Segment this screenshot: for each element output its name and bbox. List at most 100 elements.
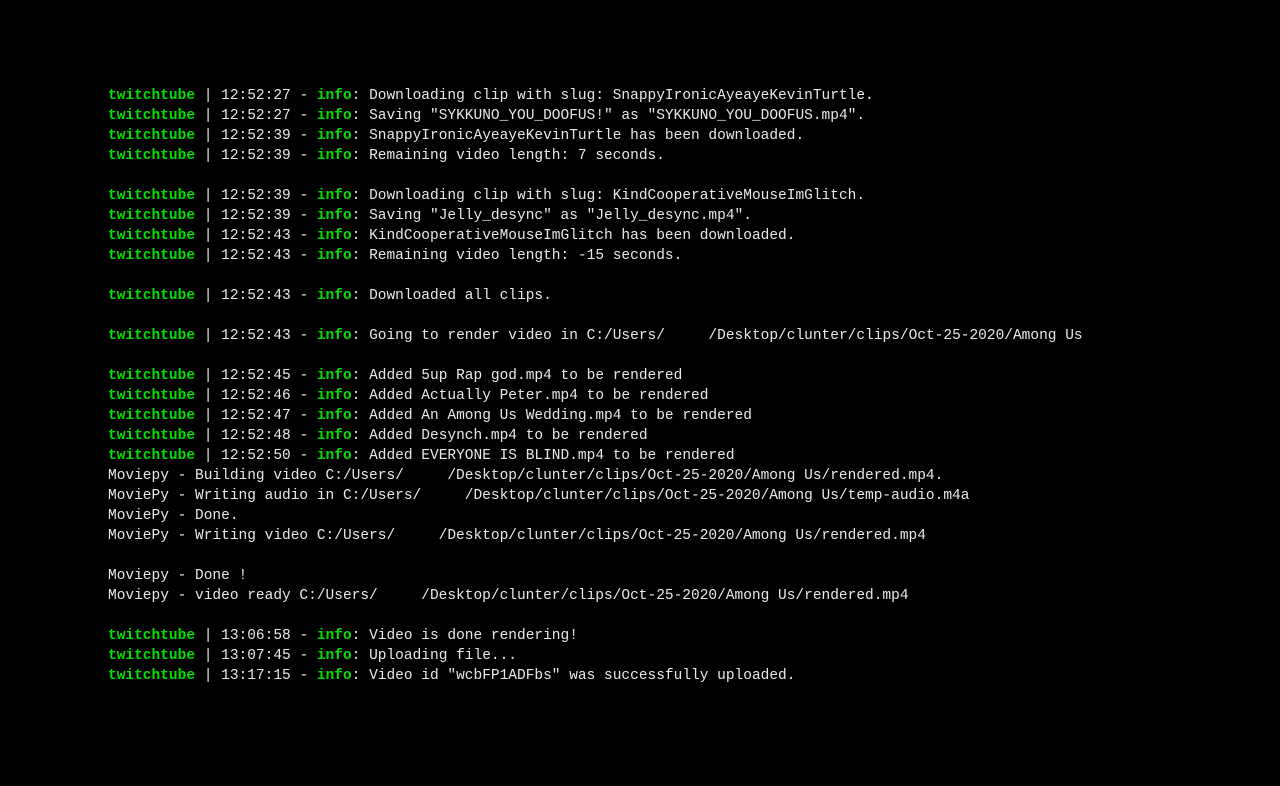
- separator: |: [195, 228, 221, 244]
- log-level: info: [317, 408, 352, 424]
- logger-name: twitchtube: [108, 248, 195, 264]
- separator: -: [291, 368, 317, 384]
- logger-name: twitchtube: [108, 448, 195, 464]
- logger-name: twitchtube: [108, 108, 195, 124]
- logger-name: twitchtube: [108, 328, 195, 344]
- separator: :: [352, 388, 369, 404]
- separator: |: [195, 428, 221, 444]
- timestamp: 13:07:45: [221, 648, 291, 664]
- separator: -: [291, 428, 317, 444]
- plain-text: MoviePy - Writing video C:/Users/ /Deskt…: [108, 528, 926, 544]
- log-message: Video is done rendering!: [369, 628, 578, 644]
- logger-name: twitchtube: [108, 628, 195, 644]
- plain-text: MoviePy - Writing audio in C:/Users/ /De…: [108, 488, 969, 504]
- logger-name: twitchtube: [108, 188, 195, 204]
- separator: |: [195, 448, 221, 464]
- separator: :: [352, 448, 369, 464]
- log-level: info: [317, 208, 352, 224]
- separator: -: [291, 88, 317, 104]
- logger-name: twitchtube: [108, 368, 195, 384]
- log-message: Going to render video in C:/Users/ /Desk…: [369, 328, 1083, 344]
- separator: |: [195, 328, 221, 344]
- log-line: [108, 166, 1280, 186]
- logger-name: twitchtube: [108, 648, 195, 664]
- log-message: Downloading clip with slug: SnappyIronic…: [369, 88, 874, 104]
- logger-name: twitchtube: [108, 88, 195, 104]
- log-line: twitchtube | 12:52:39 - info: Downloadin…: [108, 186, 1280, 206]
- log-line: twitchtube | 12:52:27 - info: Saving "SY…: [108, 106, 1280, 126]
- log-line: twitchtube | 12:52:48 - info: Added Desy…: [108, 426, 1280, 446]
- log-message: Added 5up Rap god.mp4 to be rendered: [369, 368, 682, 384]
- separator: |: [195, 368, 221, 384]
- log-level: info: [317, 448, 352, 464]
- separator: |: [195, 648, 221, 664]
- log-level: info: [317, 648, 352, 664]
- timestamp: 12:52:43: [221, 328, 291, 344]
- separator: |: [195, 128, 221, 144]
- timestamp: 12:52:27: [221, 88, 291, 104]
- log-line: twitchtube | 12:52:45 - info: Added 5up …: [108, 366, 1280, 386]
- separator: |: [195, 108, 221, 124]
- log-line: twitchtube | 12:52:50 - info: Added EVER…: [108, 446, 1280, 466]
- log-line: twitchtube | 13:07:45 - info: Uploading …: [108, 646, 1280, 666]
- separator: :: [352, 148, 369, 164]
- log-level: info: [317, 248, 352, 264]
- separator: :: [352, 128, 369, 144]
- log-message: Remaining video length: -15 seconds.: [369, 248, 682, 264]
- log-message: SnappyIronicAyeayeKevinTurtle has been d…: [369, 128, 804, 144]
- separator: :: [352, 628, 369, 644]
- log-line: Moviepy - video ready C:/Users/ /Desktop…: [108, 586, 1280, 606]
- log-message: Saving "SYKKUNO_YOU_DOOFUS!" as "SYKKUNO…: [369, 108, 865, 124]
- log-line: Moviepy - Building video C:/Users/ /Desk…: [108, 466, 1280, 486]
- plain-text: MoviePy - Done.: [108, 508, 239, 524]
- separator: |: [195, 668, 221, 684]
- separator: -: [291, 328, 317, 344]
- plain-text: Moviepy - Done !: [108, 568, 247, 584]
- timestamp: 12:52:43: [221, 248, 291, 264]
- log-line: [108, 606, 1280, 626]
- timestamp: 13:17:15: [221, 668, 291, 684]
- separator: |: [195, 88, 221, 104]
- timestamp: 12:52:46: [221, 388, 291, 404]
- log-line: [108, 346, 1280, 366]
- logger-name: twitchtube: [108, 288, 195, 304]
- timestamp: 12:52:45: [221, 368, 291, 384]
- logger-name: twitchtube: [108, 408, 195, 424]
- separator: -: [291, 248, 317, 264]
- separator: :: [352, 648, 369, 664]
- logger-name: twitchtube: [108, 388, 195, 404]
- log-line: MoviePy - Writing audio in C:/Users/ /De…: [108, 486, 1280, 506]
- log-line: twitchtube | 12:52:43 - info: Downloaded…: [108, 286, 1280, 306]
- log-level: info: [317, 128, 352, 144]
- log-line: twitchtube | 13:06:58 - info: Video is d…: [108, 626, 1280, 646]
- separator: -: [291, 188, 317, 204]
- separator: :: [352, 228, 369, 244]
- log-line: MoviePy - Done.: [108, 506, 1280, 526]
- log-line: twitchtube | 13:17:15 - info: Video id "…: [108, 666, 1280, 686]
- log-level: info: [317, 108, 352, 124]
- log-line: twitchtube | 12:52:27 - info: Downloadin…: [108, 86, 1280, 106]
- timestamp: 12:52:39: [221, 128, 291, 144]
- log-message: Remaining video length: 7 seconds.: [369, 148, 665, 164]
- separator: |: [195, 408, 221, 424]
- plain-text: Moviepy - video ready C:/Users/ /Desktop…: [108, 588, 909, 604]
- logger-name: twitchtube: [108, 148, 195, 164]
- log-message: Downloading clip with slug: KindCooperat…: [369, 188, 865, 204]
- separator: :: [352, 208, 369, 224]
- log-line: twitchtube | 12:52:39 - info: Saving "Je…: [108, 206, 1280, 226]
- separator: :: [352, 88, 369, 104]
- log-level: info: [317, 88, 352, 104]
- log-line: [108, 266, 1280, 286]
- separator: |: [195, 248, 221, 264]
- separator: -: [291, 148, 317, 164]
- log-message: Added An Among Us Wedding.mp4 to be rend…: [369, 408, 752, 424]
- timestamp: 13:06:58: [221, 628, 291, 644]
- timestamp: 12:52:47: [221, 408, 291, 424]
- logger-name: twitchtube: [108, 668, 195, 684]
- log-line: [108, 546, 1280, 566]
- separator: |: [195, 188, 221, 204]
- log-line: twitchtube | 12:52:47 - info: Added An A…: [108, 406, 1280, 426]
- separator: -: [291, 648, 317, 664]
- separator: -: [291, 108, 317, 124]
- logger-name: twitchtube: [108, 428, 195, 444]
